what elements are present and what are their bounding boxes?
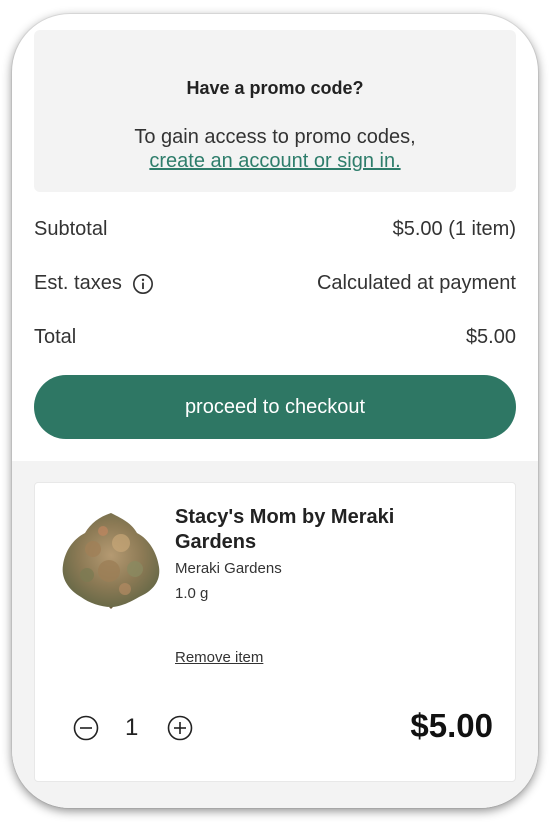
minus-circle-icon[interactable] xyxy=(73,715,99,741)
product-image xyxy=(62,513,160,609)
plus-circle-icon[interactable] xyxy=(167,715,193,741)
proceed-to-checkout-button[interactable]: proceed to checkout xyxy=(34,375,516,439)
promo-title: Have a promo code? xyxy=(186,78,364,98)
info-icon[interactable] xyxy=(132,273,154,295)
product-name[interactable]: Stacy's Mom by Meraki Gardens xyxy=(175,505,415,555)
product-weight: 1.0 g xyxy=(175,585,209,602)
total-value: $5.00 xyxy=(465,326,516,348)
phone-frame: Have a promo code? To gain access to pro… xyxy=(12,14,538,808)
quantity-value: 1 xyxy=(125,714,139,741)
total-row: Total $5.00 xyxy=(34,322,516,352)
promo-code-panel: Have a promo code? To gain access to pro… xyxy=(34,30,516,192)
subtotal-value: $5.00 (1 item) xyxy=(392,218,516,240)
product-brand: Meraki Gardens xyxy=(175,560,282,577)
remove-item-link[interactable]: Remove item xyxy=(175,649,263,666)
taxes-label: Est. taxes xyxy=(34,272,122,294)
promo-text: To gain access to promo codes, xyxy=(134,126,416,148)
subtotal-row: Subtotal $5.00 (1 item) xyxy=(34,214,516,244)
item-price: $5.00 xyxy=(410,707,493,744)
taxes-value: Calculated at payment xyxy=(316,272,516,294)
total-label: Total xyxy=(34,326,77,348)
taxes-row: Est. taxes Calculated at payment xyxy=(34,268,516,298)
cart-item-card: Stacy's Mom by Meraki Gardens Meraki Gar… xyxy=(34,482,516,782)
sign-in-link[interactable]: create an account or sign in. xyxy=(34,150,516,173)
subtotal-label: Subtotal xyxy=(34,218,108,240)
taxes-label-group: Est. taxes xyxy=(34,272,154,295)
